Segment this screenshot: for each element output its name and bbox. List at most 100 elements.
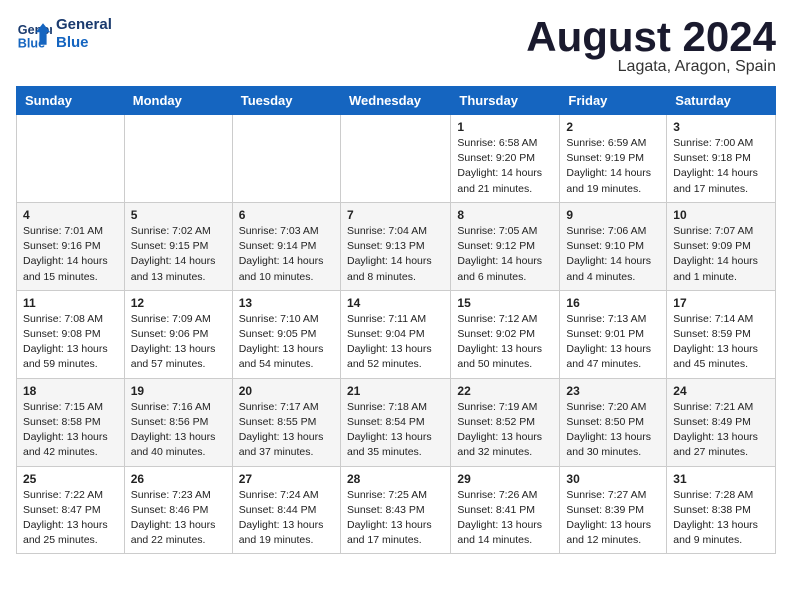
calendar-cell: 29 Sunrise: 7:26 AM Sunset: 8:41 PM Dayli… [451, 466, 560, 554]
day-info: Sunrise: 7:08 AM Sunset: 9:08 PM Dayligh… [23, 312, 118, 373]
calendar-cell: 27 Sunrise: 7:24 AM Sunset: 8:44 PM Dayli… [232, 466, 340, 554]
calendar-cell: 18Sunrise: 7:15 AM Sunset: 8:58 PM Dayli… [17, 378, 125, 466]
day-number: 23 [566, 384, 660, 398]
calendar-cell: 14Sunrise: 7:11 AM Sunset: 9:04 PM Dayli… [340, 290, 450, 378]
week-row-1: 1 Sunrise: 6:58 AM Sunset: 9:20 PM Daylig… [17, 115, 776, 203]
calendar-cell: 6 Sunrise: 7:03 AM Sunset: 9:14 PM Daylig… [232, 202, 340, 290]
day-number: 5 [131, 208, 226, 222]
day-number: 15 [457, 296, 553, 310]
day-info: Sunrise: 7:01 AM Sunset: 9:16 PM Dayligh… [23, 224, 118, 285]
calendar-cell: 22Sunrise: 7:19 AM Sunset: 8:52 PM Dayli… [451, 378, 560, 466]
month-title: August 2024 [526, 16, 776, 58]
calendar-cell [124, 115, 232, 203]
calendar-cell [232, 115, 340, 203]
weekday-header-thursday: Thursday [451, 87, 560, 115]
day-info: Sunrise: 7:09 AM Sunset: 9:06 PM Dayligh… [131, 312, 226, 373]
day-info: Sunrise: 7:25 AM Sunset: 8:43 PM Dayligh… [347, 488, 444, 549]
day-info: Sunrise: 7:06 AM Sunset: 9:10 PM Dayligh… [566, 224, 660, 285]
day-number: 6 [239, 208, 334, 222]
calendar-cell: 7 Sunrise: 7:04 AM Sunset: 9:13 PM Daylig… [340, 202, 450, 290]
day-info: Sunrise: 7:20 AM Sunset: 8:50 PM Dayligh… [566, 400, 660, 461]
day-number: 16 [566, 296, 660, 310]
calendar-cell: 25 Sunrise: 7:22 AM Sunset: 8:47 PM Dayli… [17, 466, 125, 554]
day-number: 28 [347, 472, 444, 486]
calendar-cell: 31 Sunrise: 7:28 AM Sunset: 8:38 PM Dayli… [667, 466, 776, 554]
day-info: Sunrise: 6:58 AM Sunset: 9:20 PM Dayligh… [457, 136, 553, 197]
day-info: Sunrise: 7:21 AM Sunset: 8:49 PM Dayligh… [673, 400, 769, 461]
day-number: 30 [566, 472, 660, 486]
day-info: Sunrise: 7:03 AM Sunset: 9:14 PM Dayligh… [239, 224, 334, 285]
day-number: 12 [131, 296, 226, 310]
calendar-cell: 5Sunrise: 7:02 AM Sunset: 9:15 PM Daylig… [124, 202, 232, 290]
day-number: 2 [566, 120, 660, 134]
weekday-header-wednesday: Wednesday [340, 87, 450, 115]
day-number: 20 [239, 384, 334, 398]
weekday-header-sunday: Sunday [17, 87, 125, 115]
day-number: 25 [23, 472, 118, 486]
day-number: 11 [23, 296, 118, 310]
day-info: Sunrise: 7:12 AM Sunset: 9:02 PM Dayligh… [457, 312, 553, 373]
day-info: Sunrise: 7:10 AM Sunset: 9:05 PM Dayligh… [239, 312, 334, 373]
calendar-cell: 23 Sunrise: 7:20 AM Sunset: 8:50 PM Dayli… [560, 378, 667, 466]
week-row-5: 25 Sunrise: 7:22 AM Sunset: 8:47 PM Dayli… [17, 466, 776, 554]
day-info: Sunrise: 7:14 AM Sunset: 8:59 PM Dayligh… [673, 312, 769, 373]
calendar-cell: 19 Sunrise: 7:16 AM Sunset: 8:56 PM Dayli… [124, 378, 232, 466]
week-row-2: 4 Sunrise: 7:01 AM Sunset: 9:16 PM Daylig… [17, 202, 776, 290]
calendar-cell: 10 Sunrise: 7:07 AM Sunset: 9:09 PM Dayli… [667, 202, 776, 290]
day-info: Sunrise: 7:16 AM Sunset: 8:56 PM Dayligh… [131, 400, 226, 461]
logo-icon: General Blue [16, 16, 52, 52]
calendar-cell: 13Sunrise: 7:10 AM Sunset: 9:05 PM Dayli… [232, 290, 340, 378]
calendar-cell: 26Sunrise: 7:23 AM Sunset: 8:46 PM Dayli… [124, 466, 232, 554]
day-number: 26 [131, 472, 226, 486]
day-info: Sunrise: 7:19 AM Sunset: 8:52 PM Dayligh… [457, 400, 553, 461]
day-info: Sunrise: 7:00 AM Sunset: 9:18 PM Dayligh… [673, 136, 769, 197]
calendar-cell: 4 Sunrise: 7:01 AM Sunset: 9:16 PM Daylig… [17, 202, 125, 290]
day-number: 31 [673, 472, 769, 486]
week-row-4: 18Sunrise: 7:15 AM Sunset: 8:58 PM Dayli… [17, 378, 776, 466]
day-number: 14 [347, 296, 444, 310]
day-number: 29 [457, 472, 553, 486]
day-info: Sunrise: 7:07 AM Sunset: 9:09 PM Dayligh… [673, 224, 769, 285]
day-number: 27 [239, 472, 334, 486]
day-info: Sunrise: 7:18 AM Sunset: 8:54 PM Dayligh… [347, 400, 444, 461]
calendar-cell [340, 115, 450, 203]
calendar-table: SundayMondayTuesdayWednesdayThursdayFrid… [16, 86, 776, 554]
day-number: 3 [673, 120, 769, 134]
day-number: 1 [457, 120, 553, 134]
day-number: 9 [566, 208, 660, 222]
calendar-cell: 2Sunrise: 6:59 AM Sunset: 9:19 PM Daylig… [560, 115, 667, 203]
day-info: Sunrise: 7:28 AM Sunset: 8:38 PM Dayligh… [673, 488, 769, 549]
calendar-cell: 21 Sunrise: 7:18 AM Sunset: 8:54 PM Dayli… [340, 378, 450, 466]
calendar-cell [17, 115, 125, 203]
day-info: Sunrise: 7:04 AM Sunset: 9:13 PM Dayligh… [347, 224, 444, 285]
location-title: Lagata, Aragon, Spain [526, 58, 776, 76]
calendar-cell: 20Sunrise: 7:17 AM Sunset: 8:55 PM Dayli… [232, 378, 340, 466]
day-info: Sunrise: 7:24 AM Sunset: 8:44 PM Dayligh… [239, 488, 334, 549]
day-number: 17 [673, 296, 769, 310]
day-number: 10 [673, 208, 769, 222]
calendar-cell: 9 Sunrise: 7:06 AM Sunset: 9:10 PM Daylig… [560, 202, 667, 290]
day-number: 21 [347, 384, 444, 398]
week-row-3: 11 Sunrise: 7:08 AM Sunset: 9:08 PM Dayli… [17, 290, 776, 378]
day-info: Sunrise: 7:27 AM Sunset: 8:39 PM Dayligh… [566, 488, 660, 549]
day-number: 24 [673, 384, 769, 398]
weekday-header-saturday: Saturday [667, 87, 776, 115]
day-number: 18 [23, 384, 118, 398]
day-info: Sunrise: 7:22 AM Sunset: 8:47 PM Dayligh… [23, 488, 118, 549]
day-number: 7 [347, 208, 444, 222]
calendar-cell: 12 Sunrise: 7:09 AM Sunset: 9:06 PM Dayli… [124, 290, 232, 378]
logo: General Blue General Blue [16, 16, 112, 52]
day-number: 4 [23, 208, 118, 222]
calendar-cell: 16Sunrise: 7:13 AM Sunset: 9:01 PM Dayli… [560, 290, 667, 378]
day-number: 8 [457, 208, 553, 222]
day-number: 19 [131, 384, 226, 398]
calendar-cell: 28 Sunrise: 7:25 AM Sunset: 8:43 PM Dayli… [340, 466, 450, 554]
calendar-cell: 8 Sunrise: 7:05 AM Sunset: 9:12 PM Daylig… [451, 202, 560, 290]
day-info: Sunrise: 7:05 AM Sunset: 9:12 PM Dayligh… [457, 224, 553, 285]
calendar-cell: 15 Sunrise: 7:12 AM Sunset: 9:02 PM Dayli… [451, 290, 560, 378]
day-info: Sunrise: 7:26 AM Sunset: 8:41 PM Dayligh… [457, 488, 553, 549]
weekday-header-friday: Friday [560, 87, 667, 115]
logo-general: General [56, 16, 112, 34]
calendar-cell: 3 Sunrise: 7:00 AM Sunset: 9:18 PM Daylig… [667, 115, 776, 203]
calendar-cell: 1 Sunrise: 6:58 AM Sunset: 9:20 PM Daylig… [451, 115, 560, 203]
